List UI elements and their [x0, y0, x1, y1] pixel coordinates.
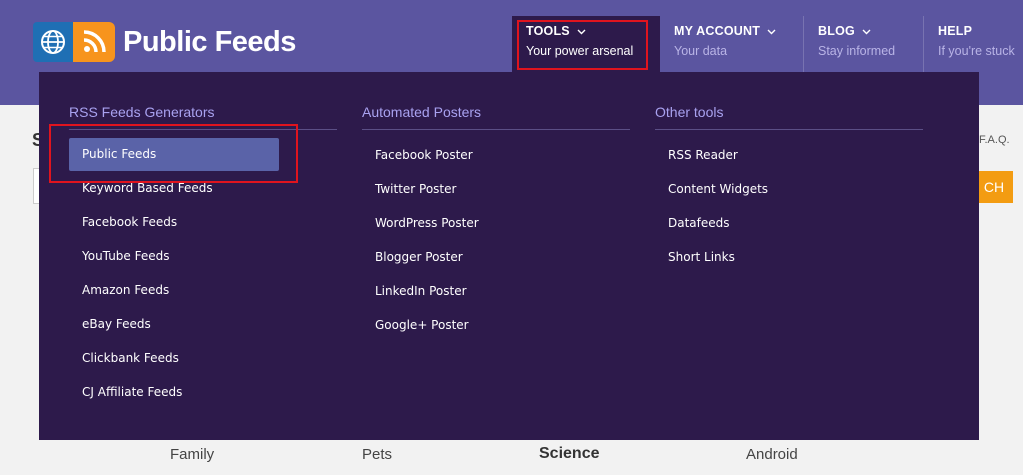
nav-blog-label: BLOG: [818, 24, 855, 38]
category-pets[interactable]: Pets: [362, 446, 392, 463]
search-button[interactable]: CH: [975, 171, 1013, 203]
menu-item-wordpress-poster[interactable]: WordPress Poster: [362, 206, 630, 240]
nav-help[interactable]: HELP If you're stuck: [924, 16, 1022, 72]
menu-item-cj-affiliate-feeds[interactable]: CJ Affiliate Feeds: [69, 375, 337, 409]
menu-item-rss-reader[interactable]: RSS Reader: [655, 138, 923, 172]
column-other-tools: Other tools RSS Reader Content Widgets D…: [655, 104, 923, 274]
column-title: Automated Posters: [362, 104, 630, 130]
column-rss-feeds-generators: RSS Feeds Generators Public Feeds Keywor…: [69, 104, 337, 409]
menu-item-blogger-poster[interactable]: Blogger Poster: [362, 240, 630, 274]
nav-help-label: HELP: [938, 24, 973, 38]
menu-item-facebook-poster[interactable]: Facebook Poster: [362, 138, 630, 172]
menu-item-clickbank-feeds[interactable]: Clickbank Feeds: [69, 341, 337, 375]
nav-tools-subtitle: Your power arsenal: [526, 44, 634, 58]
category-science[interactable]: Science: [539, 445, 599, 463]
menu-item-public-feeds[interactable]: Public Feeds: [69, 138, 279, 171]
logo-text: Public Feeds: [123, 25, 296, 58]
nav-my-account[interactable]: MY ACCOUNT Your data: [660, 16, 804, 72]
nav-tools[interactable]: TOOLS Your power arsenal: [512, 16, 660, 72]
category-family[interactable]: Family: [170, 446, 214, 463]
chevron-down-icon: [862, 24, 871, 38]
menu-item-keyword-based-feeds[interactable]: Keyword Based Feeds: [69, 171, 337, 205]
category-android[interactable]: Android: [746, 446, 798, 463]
menu-item-google-plus-poster[interactable]: Google+ Poster: [362, 308, 630, 342]
nav-my-account-label: MY ACCOUNT: [674, 24, 761, 38]
menu-item-linkedin-poster[interactable]: LinkedIn Poster: [362, 274, 630, 308]
menu-item-amazon-feeds[interactable]: Amazon Feeds: [69, 273, 337, 307]
nav-my-account-subtitle: Your data: [674, 44, 728, 58]
menu-item-twitter-poster[interactable]: Twitter Poster: [362, 172, 630, 206]
nav-tools-label: TOOLS: [526, 24, 570, 38]
nav-help-subtitle: If you're stuck: [938, 44, 1015, 58]
menu-item-facebook-feeds[interactable]: Facebook Feeds: [69, 205, 337, 239]
column-title: RSS Feeds Generators: [69, 104, 337, 130]
menu-item-content-widgets[interactable]: Content Widgets: [655, 172, 923, 206]
faq-link[interactable]: F.A.Q.: [979, 134, 1010, 146]
globe-icon: [33, 22, 73, 62]
menu-item-ebay-feeds[interactable]: eBay Feeds: [69, 307, 337, 341]
chevron-down-icon: [577, 24, 586, 38]
rss-icon: [73, 22, 115, 62]
nav-blog[interactable]: BLOG Stay informed: [804, 16, 924, 72]
tools-dropdown-menu: RSS Feeds Generators Public Feeds Keywor…: [39, 72, 979, 440]
site-logo[interactable]: Public Feeds: [33, 22, 296, 62]
menu-item-datafeeds[interactable]: Datafeeds: [655, 206, 923, 240]
column-automated-posters: Automated Posters Facebook Poster Twitte…: [362, 104, 630, 342]
column-title: Other tools: [655, 104, 923, 130]
menu-item-youtube-feeds[interactable]: YouTube Feeds: [69, 239, 337, 273]
nav-blog-subtitle: Stay informed: [818, 44, 896, 58]
menu-item-short-links[interactable]: Short Links: [655, 240, 923, 274]
main-nav: TOOLS Your power arsenal MY ACCOUNT Your…: [512, 16, 1022, 72]
chevron-down-icon: [767, 24, 776, 38]
